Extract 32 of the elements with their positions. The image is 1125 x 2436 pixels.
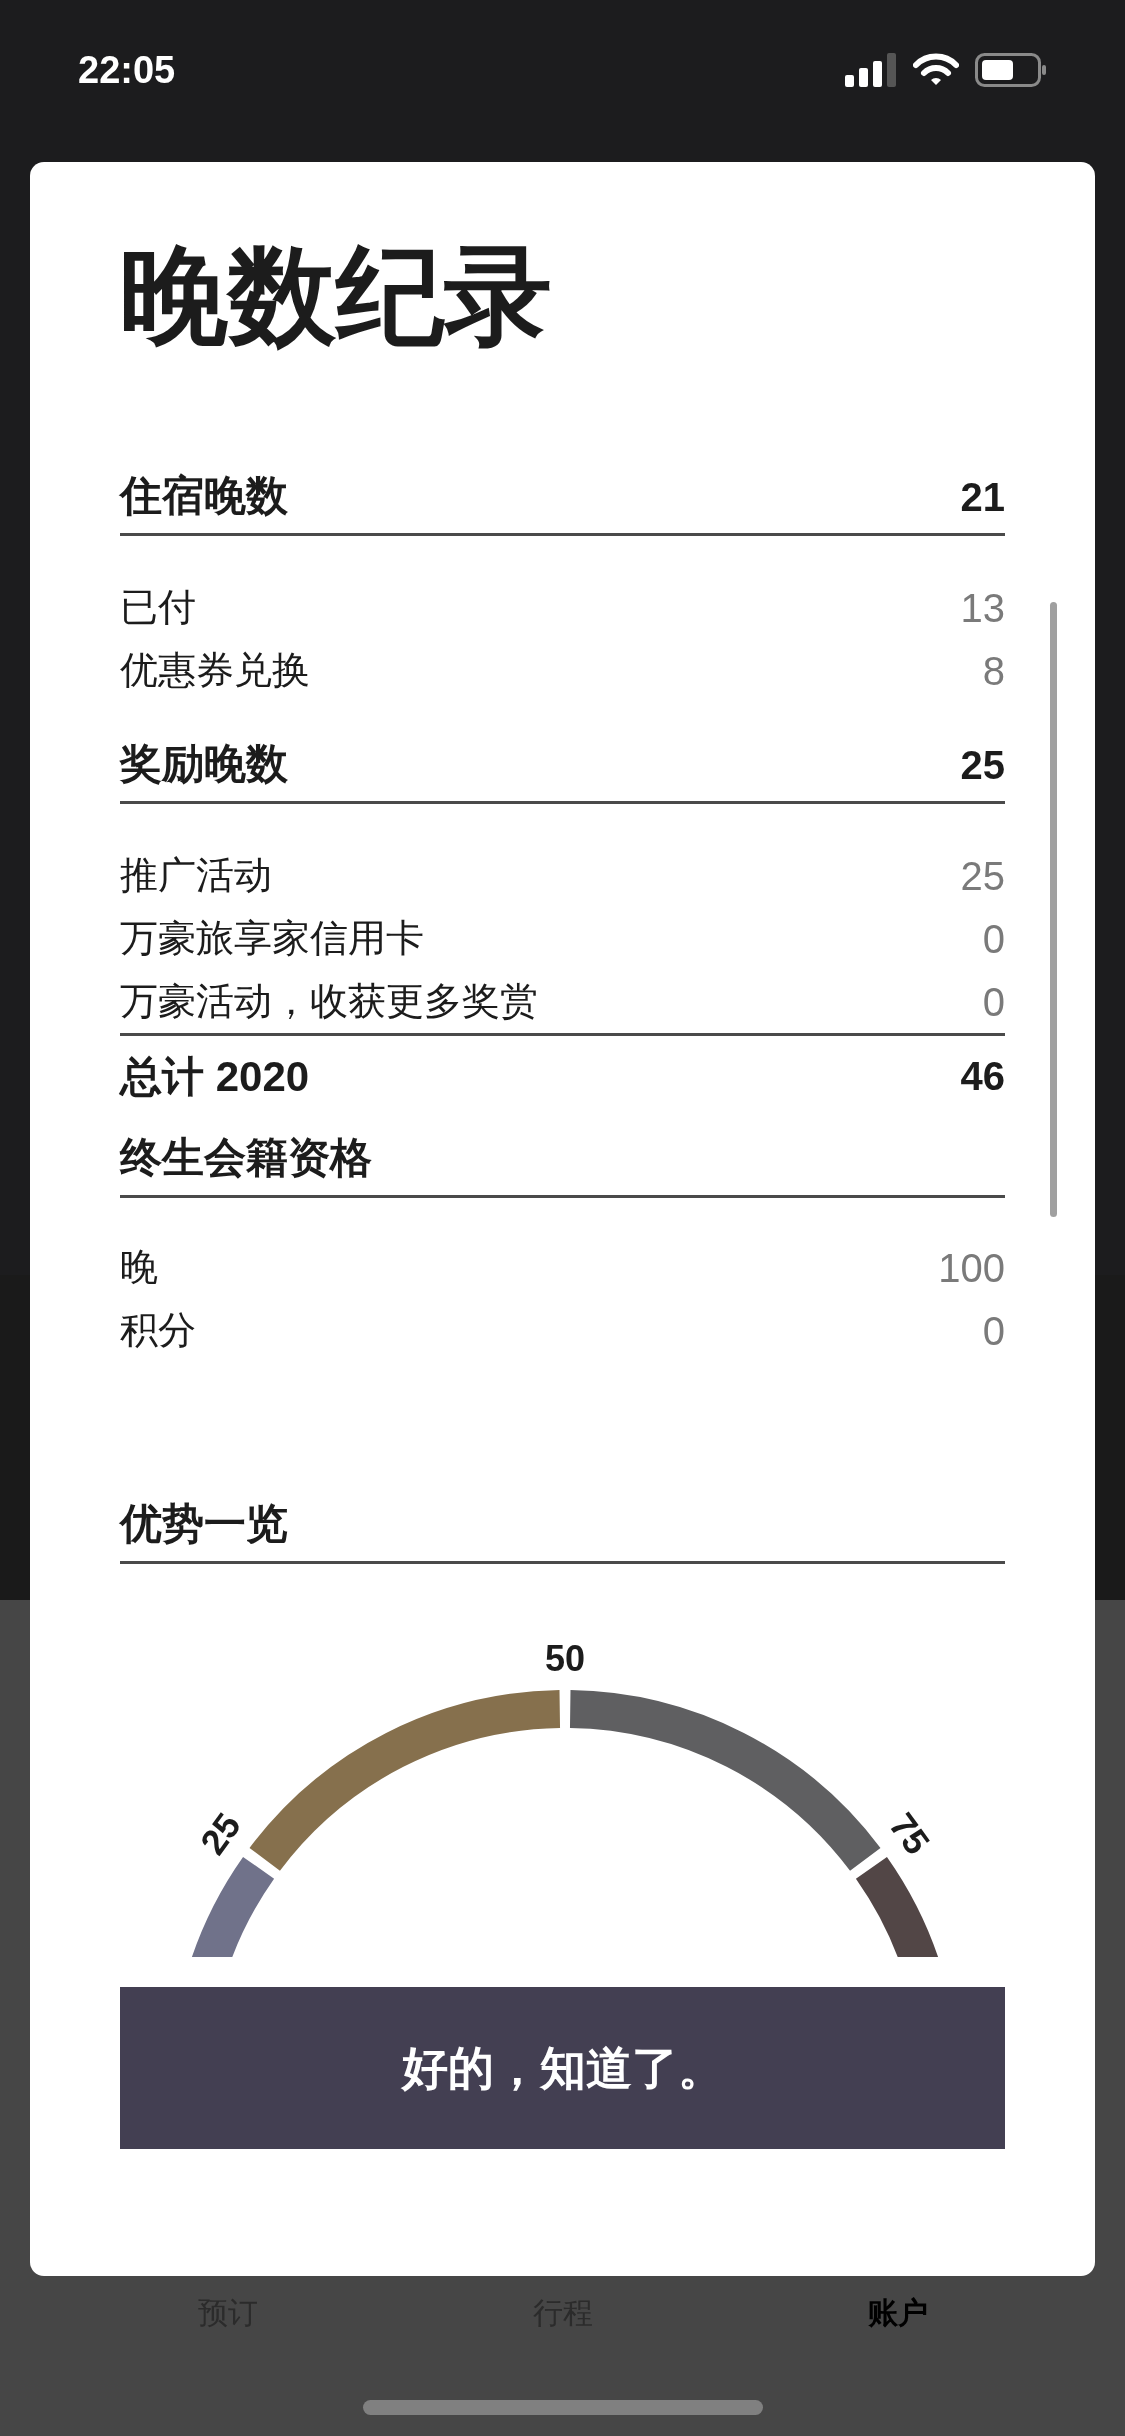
tab-bar-item[interactable]: 账户 [797, 2290, 998, 2335]
section-total: 21 [960, 474, 1005, 521]
row-label: 优惠券兑换 [120, 648, 310, 693]
gauge-tick-label: 75 [881, 1805, 938, 1862]
row-label: 万豪旅享家信用卡 [120, 916, 424, 961]
row-value: 8 [982, 647, 1005, 695]
wifi-icon [913, 53, 959, 87]
row-label: 积分 [120, 1308, 196, 1353]
signal-icon [845, 53, 897, 87]
total-label: 总计 2020 [120, 1051, 310, 1102]
gauge-tick-label: 25 [192, 1805, 249, 1862]
row-label: 晚 [120, 1245, 158, 1290]
section-total: 25 [960, 742, 1005, 789]
row-value: 13 [960, 584, 1005, 632]
status-time: 22:05 [78, 47, 176, 93]
dialog-title: 晚数纪录 [120, 242, 553, 350]
row-label: 已付 [120, 585, 196, 630]
section-title: 终生会籍资格 [120, 1133, 372, 1183]
row-value: 0 [982, 1307, 1005, 1355]
section-title: 奖励晚数 [120, 739, 288, 789]
battery-icon [975, 53, 1047, 87]
confirm-button[interactable]: 好的，知道了。 [120, 1987, 1005, 2149]
row-value: 100 [938, 1244, 1005, 1292]
row-label: 推广活动 [120, 853, 272, 898]
section-title: 优势一览 [120, 1499, 288, 1549]
row-value: 0 [982, 978, 1005, 1026]
row-value: 0 [982, 915, 1005, 963]
gauge-tick-label: 50 [545, 1637, 585, 1679]
section-title: 住宿晚数 [120, 471, 288, 521]
total-value: 46 [960, 1053, 1005, 1100]
row-value: 25 [960, 852, 1005, 900]
row-label: 万豪活动，收获更多奖赏 [120, 979, 538, 1024]
